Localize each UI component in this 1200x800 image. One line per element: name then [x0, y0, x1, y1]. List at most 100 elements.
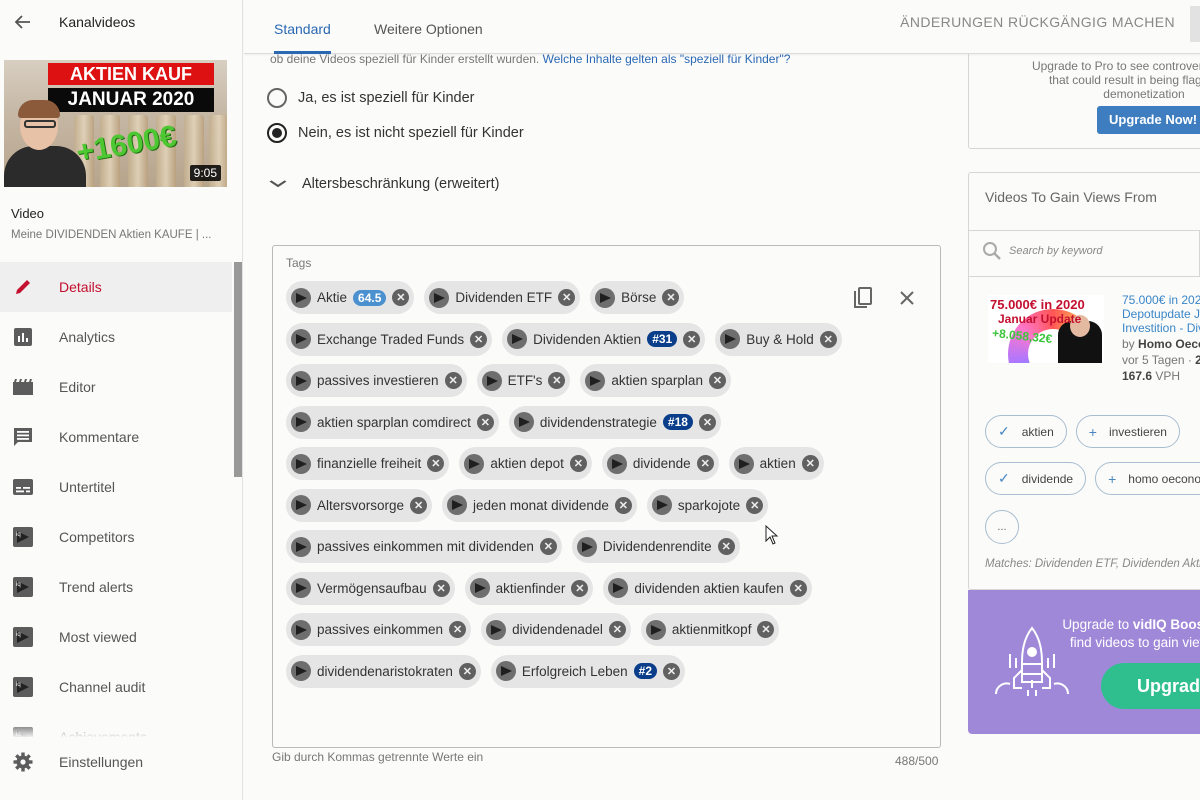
tag-chip[interactable]: ETF's ✕ — [476, 364, 571, 397]
tag-chip[interactable]: aktien sparplan comdirect ✕ — [286, 405, 499, 439]
remove-tag-icon[interactable]: ✕ — [571, 579, 589, 597]
vidiq-icon — [12, 576, 34, 598]
close-icon[interactable] — [896, 287, 918, 309]
tag-chip[interactable]: Exchange Traded Funds ✕ — [286, 322, 493, 356]
keyword-chip[interactable]: ✓ aktien — [985, 415, 1067, 448]
age-restriction-expander[interactable]: Altersbeschränkung (erweitert) — [269, 176, 499, 192]
radio-button[interactable] — [267, 88, 287, 108]
sidebar-item-most-viewed[interactable]: Most viewed — [0, 612, 232, 662]
sidebar-item-competitors[interactable]: Competitors — [0, 512, 232, 562]
save-button[interactable] — [1190, 6, 1200, 42]
remove-tag-icon[interactable]: ✕ — [432, 579, 450, 597]
back-arrow-icon[interactable] — [12, 11, 34, 33]
tag-chip[interactable]: finanzielle freiheit ✕ — [286, 447, 450, 480]
sidebar-item-analytics[interactable]: Analytics — [0, 312, 232, 362]
sidebar-item-editor[interactable]: Editor — [0, 362, 232, 412]
radio-made-for-kids-no[interactable]: Nein, es ist nicht speziell für Kinder — [267, 123, 524, 143]
sidebar-item-settings[interactable]: Einstellungen — [0, 737, 232, 787]
remove-tag-icon[interactable]: ✕ — [539, 538, 557, 555]
remove-tag-icon[interactable]: ✕ — [449, 621, 467, 638]
remove-tag-icon[interactable]: ✕ — [746, 496, 764, 514]
tag-chip[interactable]: Buy & Hold ✕ — [715, 322, 842, 356]
tab-standard[interactable]: Standard — [274, 0, 331, 54]
tag-chip[interactable]: passives einkommen ✕ — [286, 613, 472, 646]
remove-tag-icon[interactable]: ✕ — [548, 372, 566, 389]
tag-chip[interactable]: Altersvorsorge ✕ — [286, 488, 433, 522]
remove-tag-icon[interactable]: ✕ — [476, 413, 494, 431]
tag-text: jeden monat dividende — [473, 497, 609, 513]
remove-tag-icon[interactable]: ✕ — [663, 662, 681, 680]
tag-chip[interactable]: Dividenden ETF ✕ — [424, 281, 581, 314]
tag-chip[interactable]: dividendenstrategie #18 ✕ — [508, 405, 721, 439]
remove-tag-icon[interactable]: ✕ — [757, 621, 775, 638]
keyword-search-input[interactable] — [1009, 245, 1189, 257]
sidebar-item-trend-alerts[interactable]: Trend alerts — [0, 562, 232, 612]
vidiq-tag-icon — [733, 453, 754, 474]
upgrade-now-button[interactable]: Upgrade Now! — [1097, 106, 1200, 134]
remove-tag-icon[interactable]: ✕ — [608, 621, 626, 638]
keyword-chip[interactable]: +homo oeconomicus — [1095, 462, 1200, 495]
sidebar-item-details[interactable]: Details — [0, 262, 232, 312]
remove-tag-icon[interactable]: ✕ — [683, 330, 701, 348]
tag-chip[interactable]: aktienfinder ✕ — [464, 571, 594, 605]
tag-chip[interactable]: Dividenden Aktien #31 ✕ — [502, 322, 706, 356]
undo-changes-button[interactable]: ÄNDERUNGEN RÜCKGÄNGIG MACHEN — [900, 14, 1175, 30]
tag-chip[interactable]: aktienmitkopf ✕ — [640, 613, 780, 646]
video-thumbnail[interactable]: AKTIEN KAUF JANUAR 2020 +1600€ 9:05 — [4, 60, 227, 187]
tag-chip[interactable]: Aktie 64.5 ✕ — [286, 281, 415, 314]
tag-chip[interactable]: sparkojote ✕ — [646, 488, 769, 522]
channel-videos-link[interactable]: Kanalvideos — [59, 14, 135, 30]
keyword-chip[interactable]: ✓ dividende — [985, 462, 1087, 495]
tag-chip[interactable]: passives investieren ✕ — [286, 364, 467, 397]
remove-tag-icon[interactable]: ✕ — [662, 289, 680, 306]
channel-name[interactable]: Homo Oeconomicus — [1138, 337, 1200, 351]
remove-tag-icon[interactable]: ✕ — [708, 372, 726, 389]
keyword-chip[interactable]: + investieren — [1075, 415, 1180, 448]
upgrade-boost-button[interactable]: Upgrade — [1101, 663, 1200, 709]
tag-chip[interactable]: dividendenadel ✕ — [481, 613, 631, 646]
tag-chip[interactable]: dividenden aktien kaufen ✕ — [603, 571, 812, 605]
sidebar-item-comments[interactable]: Kommentare — [0, 412, 232, 462]
remove-tag-icon[interactable]: ✕ — [392, 289, 410, 306]
tag-chip[interactable]: Börse ✕ — [590, 281, 685, 314]
remove-tag-icon[interactable]: ✕ — [458, 662, 476, 680]
tag-chip[interactable]: Dividendenrendite ✕ — [571, 530, 740, 563]
radio-button-selected[interactable] — [267, 123, 287, 143]
remove-tag-icon[interactable]: ✕ — [427, 455, 445, 472]
kids-content-help-link[interactable]: Welche Inhalte gelten als "speziell für … — [543, 54, 791, 66]
title-line: Investition - Dividende — [1122, 321, 1200, 335]
tag-chip[interactable]: jeden monat dividende ✕ — [442, 488, 637, 522]
suggested-video-thumbnail[interactable]: 75.000€ in 2020 Januar Update +8.058,32€ — [988, 295, 1104, 363]
sidebar-item-subtitles[interactable]: Untertitel — [0, 462, 232, 512]
more-keywords-button[interactable]: ... — [985, 510, 1019, 544]
tag-chip[interactable]: Erfolgreich Leben #2 ✕ — [490, 654, 686, 688]
remove-tag-icon[interactable]: ✕ — [558, 289, 576, 306]
tag-chip[interactable]: passives einkommen mit dividenden ✕ — [286, 530, 562, 563]
remove-tag-icon[interactable]: ✕ — [789, 579, 807, 597]
sidebar-item-channel-audit[interactable]: Channel audit — [0, 662, 232, 712]
tag-chip[interactable]: aktien sparplan ✕ — [580, 364, 731, 397]
radio-made-for-kids-yes[interactable]: Ja, es ist speziell für Kinder — [267, 88, 475, 108]
remove-tag-icon[interactable]: ✕ — [614, 496, 632, 514]
remove-tag-icon[interactable]: ✕ — [696, 455, 714, 472]
tag-chip[interactable]: dividende ✕ — [601, 447, 719, 480]
remove-tag-icon[interactable]: ✕ — [569, 455, 587, 472]
tag-chip[interactable]: dividendenaristokraten ✕ — [286, 654, 481, 688]
tags-input[interactable]: Tags Aktie 64.5 ✕ Dividenden ETF ✕ Börse ✕ Exch… — [272, 245, 941, 748]
video-duration: 9:05 — [189, 165, 221, 181]
tag-chip[interactable]: aktien ✕ — [728, 447, 824, 480]
remove-tag-icon[interactable]: ✕ — [698, 413, 716, 431]
remove-tag-icon[interactable]: ✕ — [444, 372, 462, 389]
copy-icon[interactable] — [852, 287, 874, 309]
tab-more-options[interactable]: Weitere Optionen — [374, 0, 483, 54]
tag-chip[interactable]: aktien depot ✕ — [459, 447, 592, 480]
remove-tag-icon[interactable]: ✕ — [470, 330, 488, 348]
sidebar-scrollbar[interactable] — [234, 262, 242, 477]
vidiq-icon — [12, 526, 34, 548]
remove-tag-icon[interactable]: ✕ — [717, 538, 735, 555]
suggested-video-title[interactable]: 75.000€ in 2020 Depotupdate Januar Inves… — [1122, 293, 1200, 335]
tag-chip[interactable]: Vermögensaufbau ✕ — [286, 571, 455, 605]
remove-tag-icon[interactable]: ✕ — [801, 455, 819, 472]
remove-tag-icon[interactable]: ✕ — [410, 496, 428, 514]
remove-tag-icon[interactable]: ✕ — [819, 330, 837, 348]
